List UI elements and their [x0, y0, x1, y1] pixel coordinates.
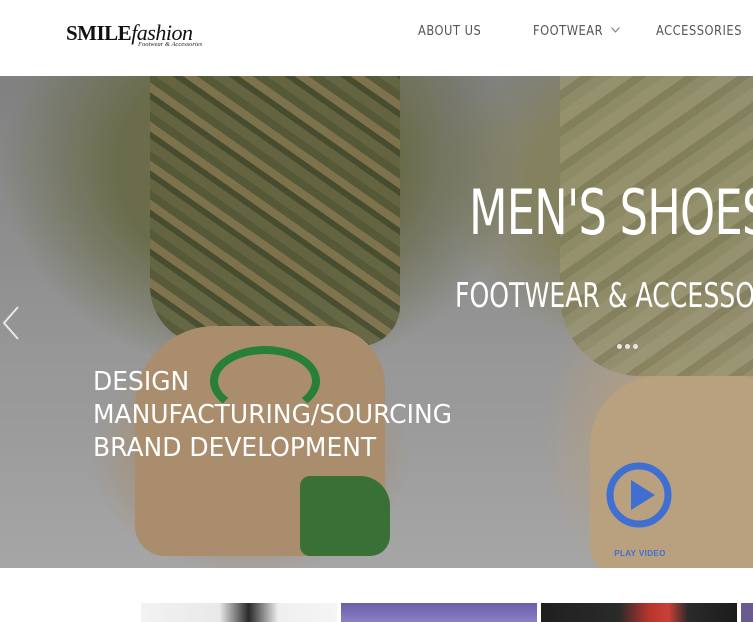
slide-dot[interactable] [625, 344, 630, 349]
play-video-icon[interactable] [605, 461, 673, 529]
tagline-line: BRAND DEVELOPMENT [93, 433, 377, 463]
slide-dot[interactable] [633, 344, 638, 349]
nav-item-about-us[interactable]: ABOUT US [418, 24, 481, 39]
hero-slider: MEN'S SHOES FOOTWEAR & ACCESSORIES DESIG… [0, 76, 753, 568]
nav-item-accessories[interactable]: ACCESSORIES [656, 24, 742, 39]
thumbnail-4[interactable] [741, 603, 753, 622]
nav-item-footwear[interactable]: FOOTWEAR [533, 24, 603, 39]
chevron-down-icon[interactable] [611, 27, 620, 33]
thumbnail-1[interactable] [141, 603, 337, 622]
slide-title: MEN'S SHOES [469, 176, 753, 249]
play-video-label[interactable]: PLAY VIDEO [602, 549, 678, 558]
slide-dots [617, 344, 643, 350]
slide-subtitle: FOOTWEAR & ACCESSORIES [455, 276, 753, 316]
slide-dot[interactable] [617, 344, 622, 349]
thumbnail-3[interactable] [541, 603, 737, 622]
site-header: SMILEfashion Footwear & Accessories ABOU… [0, 0, 753, 76]
hero-tagline: DESIGN MANUFACTURING/SOURCING BRAND DEVE… [93, 366, 513, 465]
main-nav: ABOUT US FOOTWEAR ACCESSORIES [0, 24, 753, 44]
thumbnail-2[interactable] [341, 603, 537, 622]
tagline-line: MANUFACTURING/SOURCING [93, 400, 452, 430]
prev-slide-arrow-icon[interactable] [2, 306, 20, 340]
tagline-line: DESIGN [93, 367, 190, 397]
thumbnail-strip [0, 603, 753, 622]
